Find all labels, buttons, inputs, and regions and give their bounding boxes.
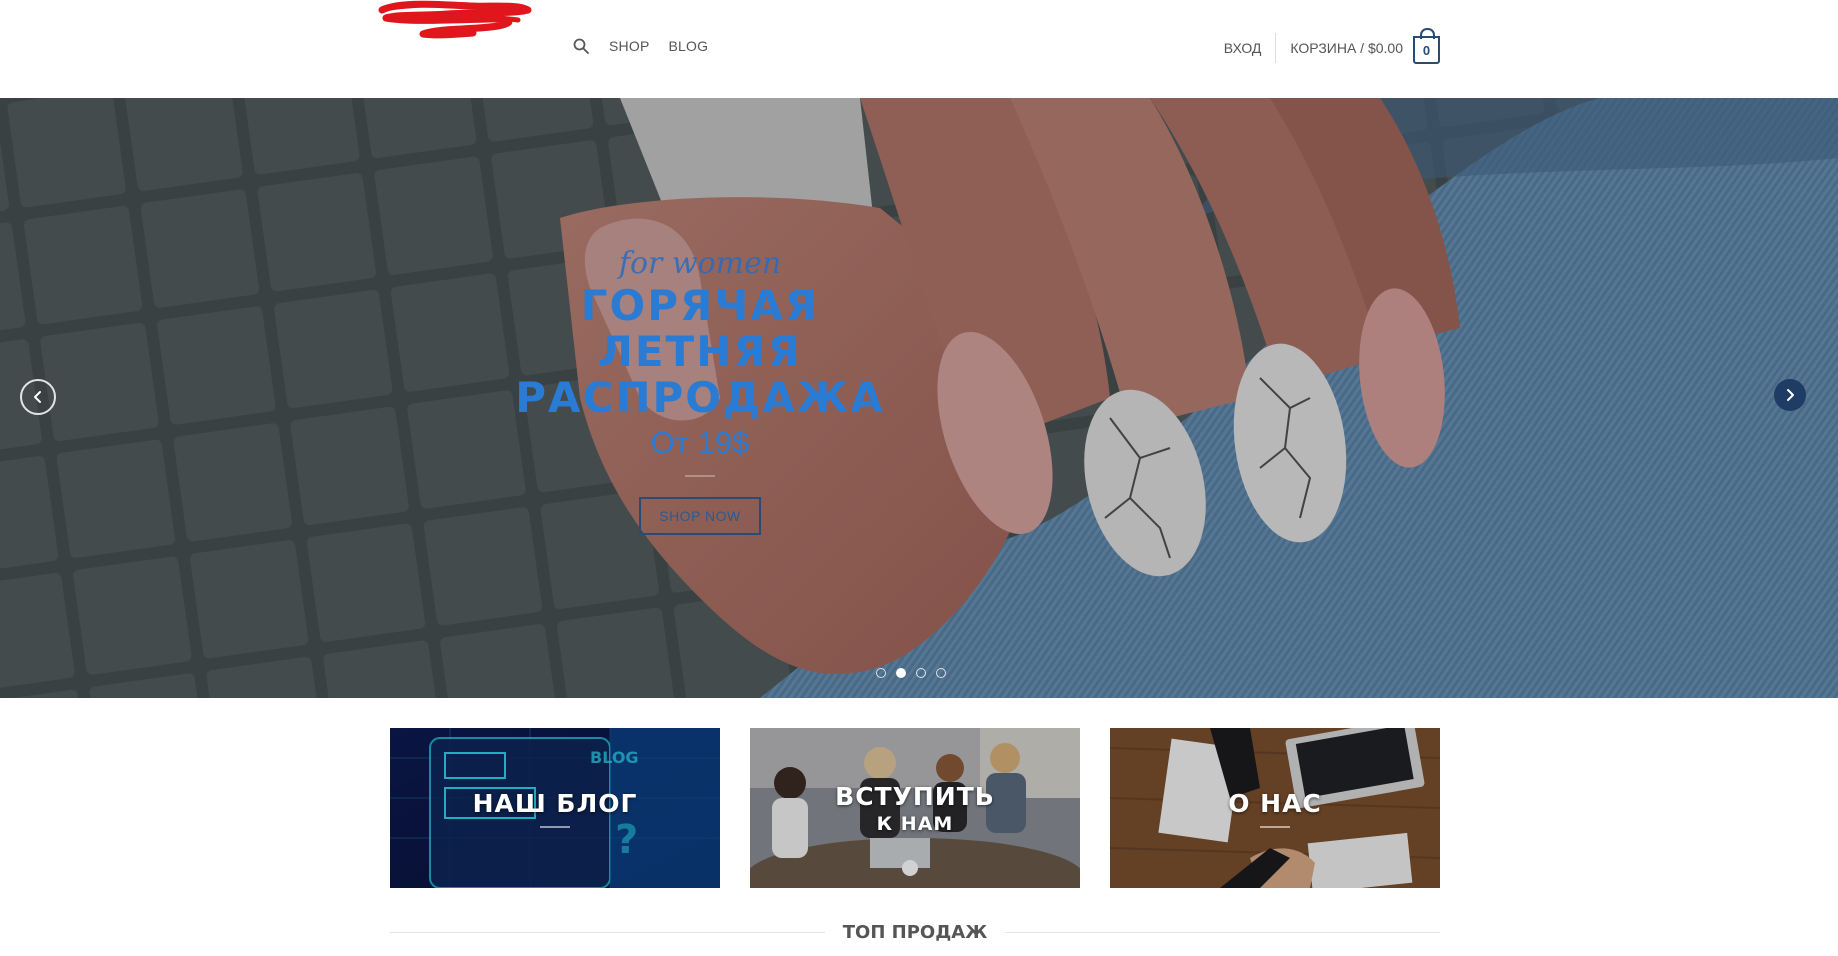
banner-underline	[540, 825, 570, 828]
hero-script-text: for women	[618, 246, 782, 281]
top-sales-heading: ТОП ПРОДАЖ	[390, 922, 1440, 943]
banner-about-title: О НАС	[1228, 788, 1322, 818]
promo-banners: BLOG ? НАШ БЛОГ ВСТУПИТЬ К НАМ О НАС	[390, 728, 1440, 888]
slider-dot-2[interactable]	[896, 668, 906, 678]
banner-join-us[interactable]: ВСТУПИТЬ К НАМ	[750, 728, 1080, 888]
site-header: SHOP BLOG ВХОД КОРЗИНА / $0.00 0	[0, 0, 1838, 99]
hero-price: От 19$	[650, 425, 750, 460]
banner-about-us[interactable]: О НАС	[1110, 728, 1440, 888]
main-nav: SHOP BLOG	[572, 37, 708, 55]
hero-title: ГОРЯЧАЯ ЛЕТНЯЯ РАСПРОДАЖА	[460, 283, 940, 421]
chevron-right-icon	[1787, 389, 1794, 401]
search-icon[interactable]	[572, 37, 590, 55]
banner-text: О НАС	[1110, 728, 1440, 888]
nav-blog-link[interactable]: BLOG	[668, 38, 708, 54]
slider-dots	[876, 668, 946, 678]
hero-title-line-1: ГОРЯЧАЯ	[580, 281, 820, 330]
login-link[interactable]: ВХОД	[1224, 40, 1276, 56]
hero-slider: for women ГОРЯЧАЯ ЛЕТНЯЯ РАСПРОДАЖА От 1…	[0, 98, 1838, 698]
section-line-right	[1005, 932, 1440, 933]
banner-join-title: ВСТУПИТЬ	[835, 781, 995, 811]
logo[interactable]	[378, 0, 534, 40]
slider-dot-1[interactable]	[876, 668, 886, 678]
cart-bag-icon[interactable]: 0	[1413, 28, 1440, 64]
banner-underline	[1260, 825, 1290, 828]
account-nav: ВХОД КОРЗИНА / $0.00 0	[1224, 26, 1440, 70]
hero-caption: for women ГОРЯЧАЯ ЛЕТНЯЯ РАСПРОДАЖА От 1…	[460, 246, 940, 535]
banner-blog-title: НАШ БЛОГ	[472, 788, 638, 818]
banner-text: НАШ БЛОГ	[390, 728, 720, 888]
hero-title-line-2: ЛЕТНЯЯ	[597, 327, 803, 376]
slider-prev-button[interactable]	[20, 379, 56, 415]
slider-dot-4[interactable]	[936, 668, 946, 678]
section-line-left	[390, 932, 825, 933]
nav-shop-link[interactable]: SHOP	[609, 38, 649, 54]
hero-divider	[685, 475, 715, 477]
logo-redacted-scribble	[378, 0, 532, 39]
cart-label: КОРЗИНА / $0.00	[1290, 40, 1403, 56]
section-title-text: ТОП ПРОДАЖ	[842, 922, 988, 943]
hero-title-line-3: РАСПРОДАЖА	[515, 373, 885, 422]
cart-link[interactable]: КОРЗИНА / $0.00 0	[1276, 28, 1440, 64]
slider-dot-3[interactable]	[916, 668, 926, 678]
cart-count: 0	[1413, 36, 1440, 64]
banner-text: ВСТУПИТЬ К НАМ	[750, 728, 1080, 888]
banner-join-subtitle: К НАМ	[876, 812, 954, 835]
slider-next-button[interactable]	[1774, 379, 1806, 411]
shop-now-button[interactable]: SHOP NOW	[639, 497, 761, 535]
chevron-left-icon	[34, 391, 41, 403]
banner-blog[interactable]: BLOG ? НАШ БЛОГ	[390, 728, 720, 888]
